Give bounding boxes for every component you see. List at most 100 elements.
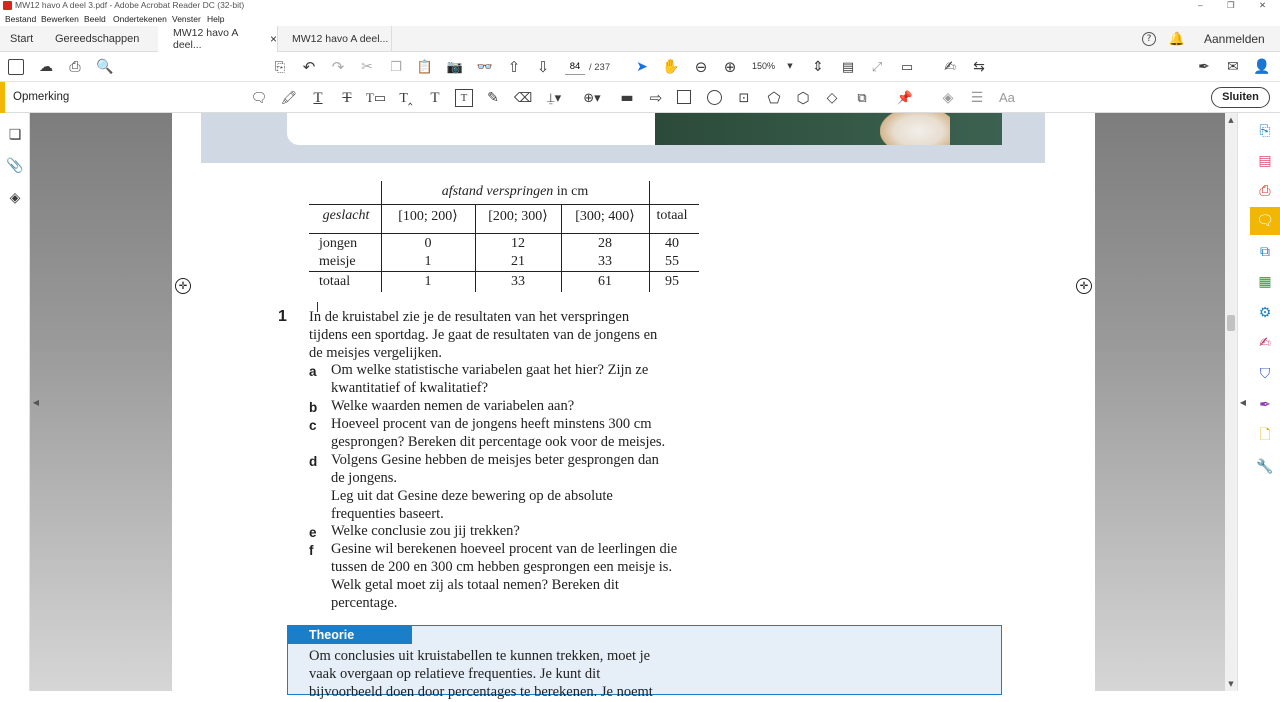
eraser-icon[interactable]: ⌫ [514,89,532,107]
send-sign-icon[interactable]: ✒ [1195,58,1213,76]
organize-pages-icon[interactable]: ▤ [1255,151,1275,171]
menu-help[interactable]: Help [207,14,224,24]
save-icon[interactable] [8,59,24,75]
zoom-in-icon[interactable]: ⊕ [721,58,739,76]
rectangle-icon[interactable] [677,90,691,104]
collapse-left-panel-icon[interactable]: ◀ [32,395,40,409]
create-pdf-icon[interactable]: ⎘ [1255,121,1275,141]
zoom-out-icon[interactable]: ⊖ [692,58,710,76]
page-thumbnails-icon[interactable]: ❏ [6,126,24,144]
email-icon[interactable]: ✉ [1224,58,1242,76]
comment-icon[interactable]: 🗨 [1255,211,1275,231]
close-tab-icon[interactable]: × [270,32,277,46]
add-text-icon[interactable]: T [426,89,444,107]
scroll-down-icon[interactable]: ▼ [1226,679,1236,689]
collapse-right-panel-icon[interactable]: ◀ [1239,395,1247,409]
tab-document-active[interactable]: MW12 havo A deel... × [158,26,278,52]
fill-sign-icon[interactable]: ✍ [941,58,959,76]
polyline-icon[interactable]: ◇ [823,89,841,107]
print-icon[interactable]: ⎙ [66,58,84,76]
sign-in-button[interactable]: Aanmelden [1204,32,1265,46]
select-cursor-icon[interactable]: ➤ [633,58,651,76]
font-format-button[interactable]: Aa [999,90,1015,105]
sticky-note-icon[interactable]: 🗨 [250,89,268,107]
request-signatures-icon[interactable]: ✒ [1255,395,1275,415]
polygon-icon[interactable]: ⬠ [765,89,783,107]
previous-page-icon[interactable]: ⇧ [505,58,523,76]
fit-page-icon[interactable]: ⇕ [809,58,827,76]
minimize-button[interactable]: – [1198,0,1203,10]
pin-icon[interactable]: 📌 [896,89,914,107]
menu-bewerken[interactable]: Bewerken [41,14,79,24]
scroll-mode-icon[interactable]: ▤ [839,58,857,76]
menu-bar: Bestand Bewerken Beeld Ondertekenen Vens… [0,12,1280,26]
zoom-search-icon[interactable]: 🔍 [96,58,114,76]
vertical-scrollbar[interactable]: ▲ ▼ [1225,113,1237,691]
chevron-down-icon[interactable]: ▼ [785,61,795,71]
copy-icon[interactable]: ❐ [387,58,405,76]
attach-file-icon[interactable]: ⊕▾ [580,89,604,107]
read-mode-icon[interactable]: ▭ [898,58,916,76]
insert-text-icon[interactable]: T‸ [397,89,415,107]
export-pdf-icon[interactable]: ⎙ [1255,181,1275,201]
menu-venster[interactable]: Venster [172,14,201,24]
page-number-input[interactable]: 84 [565,59,585,75]
text-box-icon[interactable]: T [455,89,473,107]
oval-icon[interactable] [707,90,722,105]
close-window-button[interactable]: ✕ [1259,0,1266,11]
menu-beeld[interactable]: Beeld [84,14,106,24]
snapshot-icon[interactable]: 📷 [446,58,464,76]
share-user-icon[interactable]: 👤 [1253,58,1271,76]
cloud-shape-icon[interactable]: ⬡ [794,89,812,107]
arrow-icon[interactable]: ⇨ [647,89,665,107]
scroll-up-icon[interactable]: ▲ [1226,115,1236,125]
undo-icon[interactable]: ↶ [300,58,318,76]
table-row-label: totaal [319,274,351,289]
send-for-comments-icon[interactable]: 🗋 [1255,426,1275,446]
comment-accent-bar [0,82,5,113]
exercise-intro-line: In de kruistabel zie je de resultaten va… [309,309,630,325]
menu-bestand[interactable]: Bestand [5,14,36,24]
attachments-icon[interactable]: 📎 [6,157,24,175]
protect-icon[interactable]: ⛉ [1255,364,1275,384]
restore-button[interactable]: ❐ [1227,0,1235,11]
edit-pdf-icon[interactable]: ▦ [1255,272,1275,292]
notification-bell-icon[interactable]: 🔔 [1169,31,1185,47]
item-line: Welke waarden nemen de variabelen aan? [331,398,575,414]
next-page-icon[interactable]: ⇩ [534,58,552,76]
more-tools-panel-icon[interactable]: 🔧 [1255,457,1275,477]
redo-icon[interactable]: ↷ [329,58,347,76]
tab-start[interactable]: Start [10,26,33,52]
replace-text-icon[interactable]: T▭ [366,89,386,107]
tab-document-2[interactable]: MW12 havo A deel... [280,26,392,52]
cut-icon[interactable]: ✂ [358,58,376,76]
underline-text-icon[interactable]: T [309,89,327,107]
layers-icon[interactable]: ◈ [6,189,24,207]
combine-files-icon[interactable]: ⧉ [1255,242,1275,262]
stamp-icon[interactable]: ⍊▾ [543,89,565,107]
strikethrough-icon[interactable]: T [338,89,356,107]
hand-tool-icon[interactable]: ✋ [662,58,680,76]
callout-icon[interactable]: ⊡ [735,89,753,107]
line-icon[interactable]: ▬ [618,89,636,107]
convert-icon[interactable]: ⎘ [271,58,289,76]
line-thickness-icon[interactable]: ☰ [968,89,986,107]
tab-bar: Start Gereedschappen MW12 havo A deel...… [0,26,1280,52]
tab-gereedschappen[interactable]: Gereedschappen [55,26,139,52]
fill-sign-panel-icon[interactable]: ✍ [1255,333,1275,353]
fill-color-icon[interactable]: ◈ [939,89,957,107]
menu-ondertekenen[interactable]: Ondertekenen [113,14,167,24]
scroll-thumb[interactable] [1227,315,1235,331]
highlight-icon[interactable]: 🖍 [280,89,298,107]
item-letter: a [309,364,317,379]
find-icon[interactable]: 👓 [476,58,494,76]
compare-files-icon[interactable]: ⚙ [1255,303,1275,323]
pencil-icon[interactable]: ✎ [484,89,502,107]
more-tools-icon[interactable]: ⇆ [970,58,988,76]
paste-icon[interactable]: 📋 [416,58,434,76]
upload-cloud-icon[interactable]: ☁ [37,58,55,76]
group-shapes-icon[interactable]: ⧉ [853,89,871,107]
help-icon[interactable]: ? [1142,32,1156,46]
full-screen-icon[interactable]: ⤢ [868,58,886,76]
close-comment-button[interactable]: Sluiten [1211,87,1270,108]
